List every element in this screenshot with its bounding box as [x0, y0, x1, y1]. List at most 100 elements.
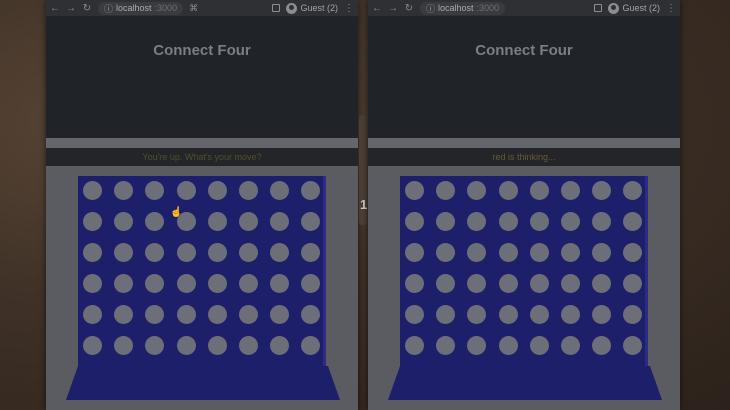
board-slot[interactable]: [301, 212, 321, 231]
board-slot[interactable]: [592, 181, 612, 200]
board-slot[interactable]: [145, 243, 165, 262]
board-slot[interactable]: [239, 243, 258, 262]
board-slot[interactable]: [467, 336, 487, 355]
address-bar[interactable]: ⓘ localhost:3000: [98, 1, 184, 15]
board-slot[interactable]: [176, 336, 196, 355]
board-slot[interactable]: [270, 336, 290, 355]
board-slot[interactable]: [498, 243, 518, 262]
extension-icon[interactable]: ⌘: [189, 3, 198, 14]
board-slot[interactable]: [83, 305, 102, 324]
board-slot[interactable]: [623, 243, 643, 262]
board-slot[interactable]: [467, 212, 487, 231]
board-slot[interactable]: [561, 336, 580, 355]
board-slot[interactable]: [301, 305, 321, 324]
board-slot[interactable]: [405, 181, 424, 200]
board-slot[interactable]: [623, 336, 643, 355]
board-slot[interactable]: [529, 181, 549, 200]
board-slot[interactable]: [114, 305, 134, 324]
board-slot[interactable]: [207, 305, 227, 324]
board-slot[interactable]: [405, 305, 424, 324]
board-slot[interactable]: [561, 305, 580, 324]
board-slot[interactable]: [467, 305, 487, 324]
board-slot[interactable]: [529, 336, 549, 355]
board-slot[interactable]: [301, 181, 321, 200]
board-slot[interactable]: [114, 181, 134, 200]
board-slot[interactable]: [592, 336, 612, 355]
board-slot[interactable]: [239, 336, 258, 355]
board-slot[interactable]: [436, 181, 456, 200]
board-slot[interactable]: [270, 305, 290, 324]
board-slot[interactable]: [207, 243, 227, 262]
board-slot[interactable]: [498, 336, 518, 355]
address-bar[interactable]: ⓘ localhost:3000: [420, 1, 506, 15]
board-slot[interactable]: [176, 181, 196, 200]
board-slot[interactable]: [498, 181, 518, 200]
board-slot[interactable]: [436, 336, 456, 355]
board-slot[interactable]: [561, 181, 580, 200]
sidepanel-icon[interactable]: [594, 4, 603, 12]
forward-arrow-icon[interactable]: →: [66, 3, 76, 14]
board-slot[interactable]: [561, 274, 580, 293]
board-slot[interactable]: [270, 243, 290, 262]
board-slot[interactable]: [239, 305, 258, 324]
board-slot[interactable]: [436, 274, 456, 293]
board-slot[interactable]: [145, 274, 165, 293]
board-slot[interactable]: [270, 212, 290, 231]
board-slot[interactable]: [592, 274, 612, 293]
board-slot[interactable]: [623, 212, 643, 231]
board-slot[interactable]: [301, 243, 321, 262]
menu-kebab-icon[interactable]: ⋮: [666, 3, 676, 14]
board-slot[interactable]: [623, 274, 643, 293]
board-slot[interactable]: [145, 181, 165, 200]
board-slot[interactable]: [114, 212, 134, 231]
board-slot[interactable]: [436, 212, 456, 231]
board-slot[interactable]: [83, 181, 102, 200]
board-slot[interactable]: [498, 305, 518, 324]
board-slot[interactable]: [436, 305, 456, 324]
board-slot[interactable]: [405, 212, 424, 231]
board-slot[interactable]: [498, 274, 518, 293]
menu-kebab-icon[interactable]: ⋮: [344, 3, 354, 14]
back-arrow-icon[interactable]: ←: [50, 3, 60, 14]
sidepanel-icon[interactable]: [272, 4, 281, 12]
board-slot[interactable]: [561, 212, 580, 231]
board-slot[interactable]: [592, 305, 612, 324]
board-slot[interactable]: [114, 274, 134, 293]
back-arrow-icon[interactable]: ←: [372, 3, 382, 14]
board-slot[interactable]: [207, 181, 227, 200]
board-slot[interactable]: [592, 243, 612, 262]
reload-icon[interactable]: ↻: [404, 3, 414, 14]
board-slot[interactable]: [405, 336, 424, 355]
board-slot[interactable]: [145, 305, 165, 324]
board-slot[interactable]: [467, 274, 487, 293]
board-slot[interactable]: [114, 336, 134, 355]
board-slot[interactable]: [529, 274, 549, 293]
board-slot[interactable]: [145, 336, 165, 355]
board-slot[interactable]: [83, 212, 102, 231]
board-slot[interactable]: [436, 243, 456, 262]
board-slot[interactable]: [176, 305, 196, 324]
board-slot[interactable]: [114, 243, 134, 262]
board-slot[interactable]: [592, 212, 612, 231]
board-slot[interactable]: [239, 274, 258, 293]
board-slot[interactable]: [207, 212, 227, 231]
board-slot[interactable]: [623, 305, 643, 324]
board-slot[interactable]: [405, 243, 424, 262]
profile-button[interactable]: Guest (2): [286, 2, 338, 14]
board-slot[interactable]: [207, 274, 227, 293]
board-slot[interactable]: [561, 243, 580, 262]
board-slot[interactable]: [301, 274, 321, 293]
board-slot[interactable]: [83, 336, 102, 355]
board-slot[interactable]: [176, 274, 196, 293]
board-slot[interactable]: [239, 212, 258, 231]
board-slot[interactable]: [623, 181, 643, 200]
board-slot[interactable]: [467, 243, 487, 262]
board-slot[interactable]: [301, 336, 321, 355]
board-slot[interactable]: [467, 181, 487, 200]
board-slot[interactable]: [529, 305, 549, 324]
info-icon[interactable]: ⓘ: [426, 2, 435, 15]
board-slot[interactable]: [145, 212, 165, 231]
board-slot[interactable]: [529, 243, 549, 262]
reload-icon[interactable]: ↻: [82, 3, 92, 14]
board-slot[interactable]: [498, 212, 518, 231]
